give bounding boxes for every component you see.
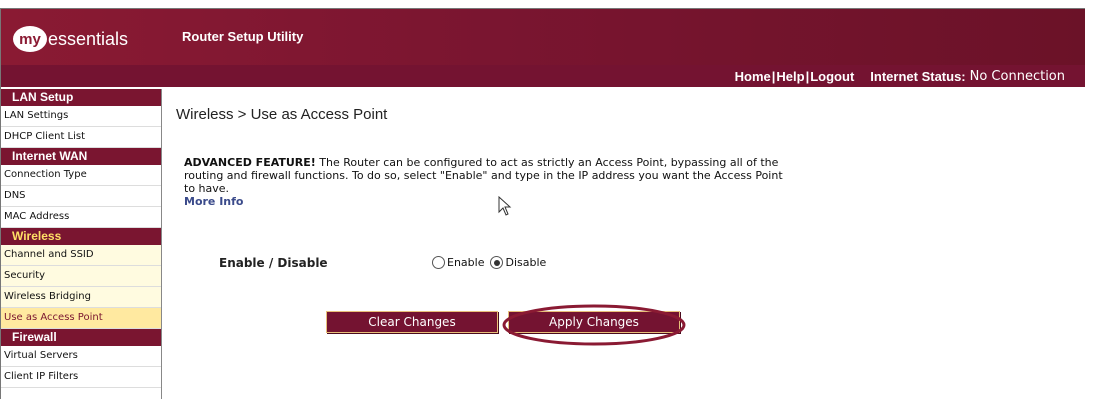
- logo-my: my: [13, 26, 47, 52]
- internet-status-value: No Connection: [969, 68, 1065, 84]
- browser-frame: my essentials Router Setup Utility Home …: [0, 8, 1085, 399]
- sidebar-item-mac-address[interactable]: MAC Address: [1, 207, 161, 228]
- sidebar-item-dns[interactable]: DNS: [1, 186, 161, 207]
- enable-disable-label: Enable / Disable: [219, 256, 328, 270]
- internet-status-label: Internet Status:: [870, 68, 966, 84]
- logout-link[interactable]: Logout: [810, 69, 854, 84]
- page-title: Wireless > Use as Access Point: [176, 106, 388, 123]
- link-separator: |: [805, 68, 810, 84]
- sidebar: LAN Setup LAN Settings DHCP Client List …: [1, 89, 162, 399]
- sidebar-item-virtual-servers[interactable]: Virtual Servers: [1, 346, 161, 367]
- logo: my essentials: [13, 25, 128, 53]
- sidebar-item-channel-and-ssid[interactable]: Channel and SSID: [1, 245, 161, 266]
- disable-radio-option[interactable]: Disable: [490, 256, 546, 269]
- feature-description: ADVANCED FEATURE! The Router can be conf…: [184, 156, 784, 208]
- more-info-link[interactable]: More Info: [184, 195, 244, 208]
- enable-radio-label: Enable: [447, 256, 485, 269]
- home-link[interactable]: Home: [735, 69, 771, 84]
- logo-text: essentials: [48, 28, 129, 49]
- header: my essentials Router Setup Utility Home …: [1, 9, 1085, 87]
- top-links: Home | Help | Logout Internet Status: No…: [735, 65, 1065, 87]
- sidebar-item-use-as-access-point[interactable]: Use as Access Point: [1, 308, 161, 329]
- sidebar-section-internet-wan[interactable]: Internet WAN: [1, 148, 161, 165]
- help-link[interactable]: Help: [776, 69, 804, 84]
- enable-radio[interactable]: [432, 256, 445, 269]
- mouse-cursor-icon: [498, 196, 512, 216]
- sidebar-item-client-ip-filters[interactable]: Client IP Filters: [1, 367, 161, 388]
- disable-radio-label: Disable: [505, 256, 547, 269]
- sidebar-item-lan-settings[interactable]: LAN Settings: [1, 106, 161, 127]
- enable-disable-radio-group: Enable Disable: [432, 256, 552, 269]
- sidebar-section-lan-setup[interactable]: LAN Setup: [1, 89, 161, 106]
- disable-radio[interactable]: [490, 256, 504, 269]
- clear-changes-button[interactable]: Clear Changes: [326, 311, 498, 333]
- sidebar-item-wireless-bridging[interactable]: Wireless Bridging: [1, 287, 161, 308]
- sidebar-section-wireless[interactable]: Wireless: [1, 228, 161, 245]
- highlight-ellipse: [502, 304, 686, 346]
- link-separator: |: [771, 68, 776, 84]
- advanced-feature-label: ADVANCED FEATURE!: [184, 156, 316, 169]
- sidebar-item-security[interactable]: Security: [1, 266, 161, 287]
- sidebar-item-dhcp-client-list[interactable]: DHCP Client List: [1, 127, 161, 148]
- app-title: Router Setup Utility: [182, 29, 304, 44]
- enable-radio-option[interactable]: Enable: [432, 256, 484, 269]
- sidebar-item-connection-type[interactable]: Connection Type: [1, 165, 161, 186]
- sidebar-section-firewall[interactable]: Firewall: [1, 329, 161, 346]
